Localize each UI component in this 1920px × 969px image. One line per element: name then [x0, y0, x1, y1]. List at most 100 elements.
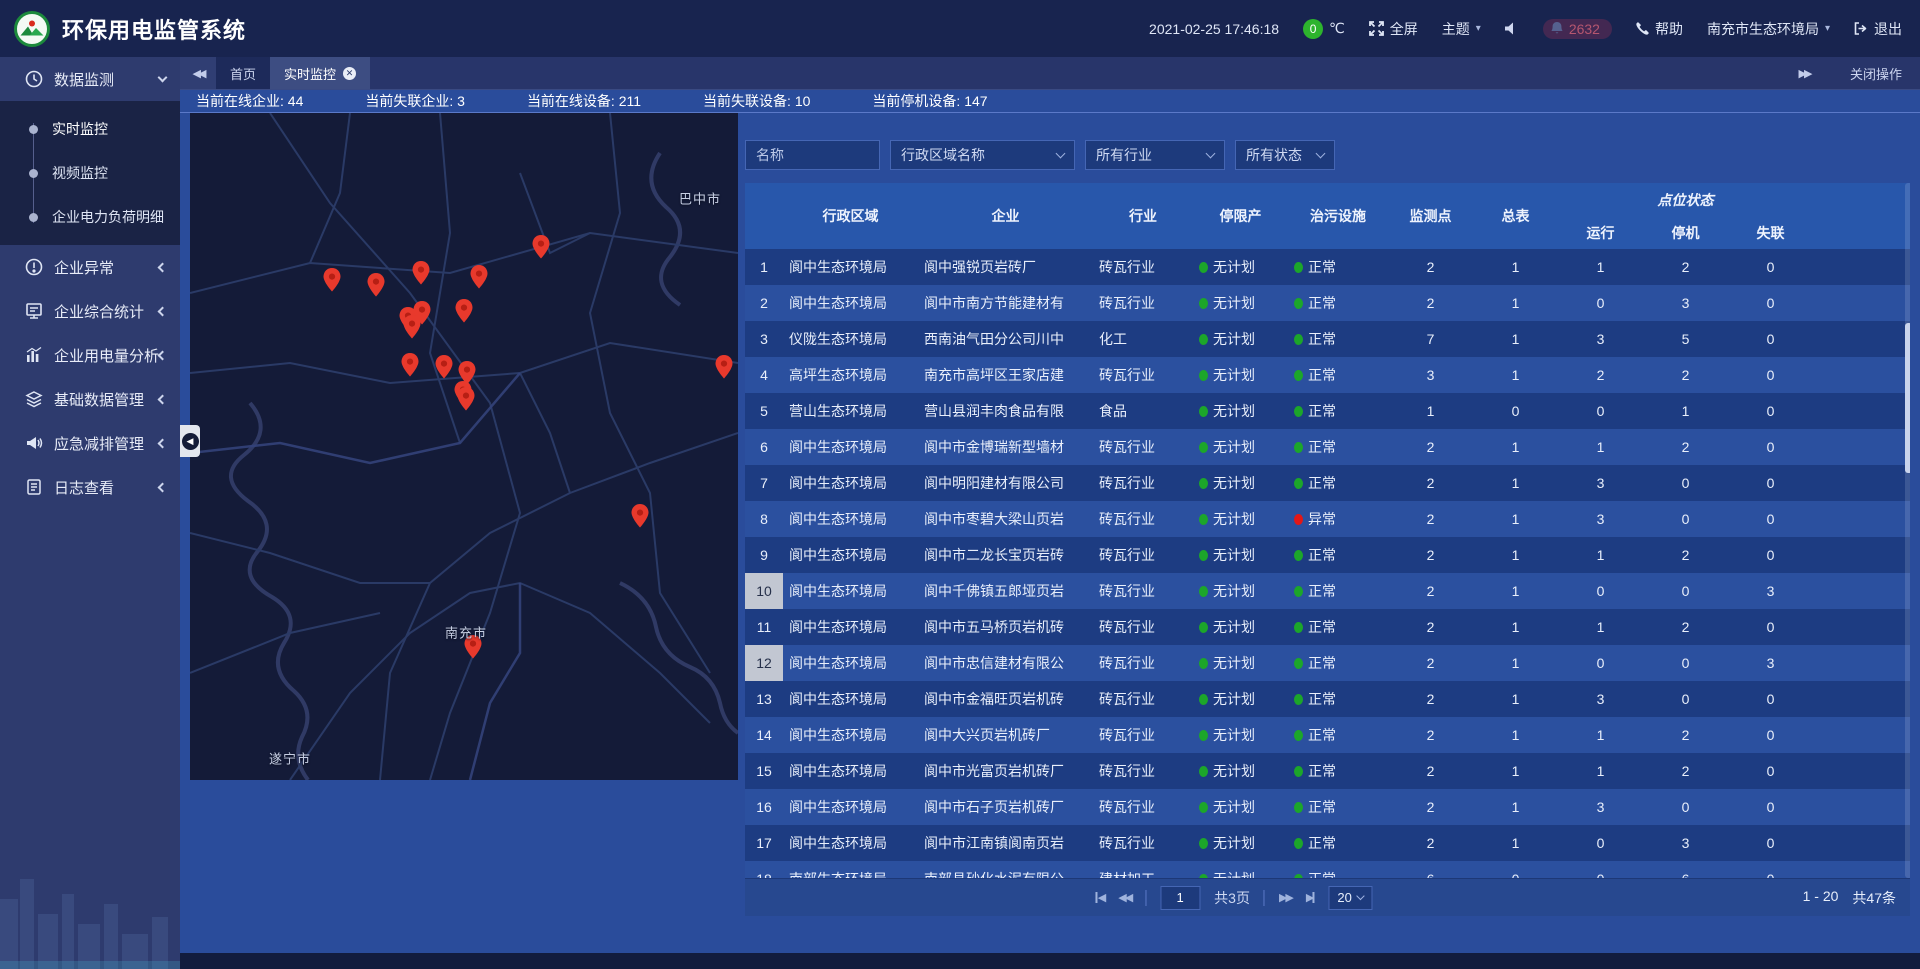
total-pages-label: 共3页	[1214, 888, 1250, 908]
map-panel[interactable]: 巴中市南充市遂宁市	[190, 113, 738, 780]
col-group-point-status: 点位状态	[1558, 183, 1813, 216]
table-row[interactable]: 4高坪生态环境局南充市高坪区王家店建砖瓦行业无计划正常31220	[745, 357, 1910, 393]
filler-cell	[1813, 645, 1910, 681]
temperature: 0 ℃	[1303, 19, 1345, 39]
theme-menu[interactable]: 主题▾	[1442, 19, 1481, 39]
sidebar-item-2[interactable]: 企业异常	[0, 245, 180, 289]
col-facility[interactable]: 治污设施	[1288, 183, 1388, 249]
help-button[interactable]: 帮助	[1636, 19, 1683, 39]
col-run[interactable]: 运行	[1558, 216, 1643, 249]
map-pin[interactable]	[323, 268, 341, 292]
map-pin[interactable]	[631, 504, 649, 528]
table-row[interactable]: 11阆中生态环境局阆中市五马桥页岩机砖砖瓦行业无计划正常21120	[745, 609, 1910, 645]
sidebar-item-1[interactable]: 数据监测	[0, 57, 180, 101]
table-row[interactable]: 2阆中生态环境局阆中市南方节能建材有砖瓦行业无计划正常21030	[745, 285, 1910, 321]
tab-实时监控[interactable]: 实时监控✕	[270, 57, 370, 89]
last-page-button[interactable]: ▶	[1306, 891, 1314, 904]
horn-icon	[24, 434, 44, 452]
map-pin[interactable]	[715, 355, 733, 379]
table-row[interactable]: 10阆中生态环境局阆中千佛镇五郎垭页岩砖瓦行业无计划正常21003	[745, 573, 1910, 609]
col-stop[interactable]: 停机	[1643, 216, 1728, 249]
table-row[interactable]: 9阆中生态环境局阆中市二龙长宝页岩砖砖瓦行业无计划正常21120	[745, 537, 1910, 573]
map-pin[interactable]	[435, 355, 453, 379]
table-row[interactable]: 17阆中生态环境局阆中市江南镇阆南页岩砖瓦行业无计划正常21030	[745, 825, 1910, 861]
stat-label: 当前失联设备:	[703, 93, 795, 109]
status-dot-green	[1294, 694, 1303, 705]
col-company[interactable]: 企业	[918, 183, 1093, 249]
table-scrollbar[interactable]	[1905, 183, 1910, 878]
next-page-button[interactable]: ▶▶	[1279, 891, 1292, 904]
sidebar-subitem[interactable]: 实时监控	[0, 107, 180, 151]
notification-pill[interactable]: 2632	[1543, 19, 1612, 39]
map-pin[interactable]	[401, 353, 419, 377]
table-row[interactable]: 15阆中生态环境局阆中市光富页岩机砖厂砖瓦行业无计划正常21120	[745, 753, 1910, 789]
stop-count-cell: 3	[1643, 285, 1728, 321]
industry-cell: 砖瓦行业	[1093, 537, 1193, 573]
table-row[interactable]: 6阆中生态环境局阆中市金博瑞新型墙材砖瓦行业无计划正常21120	[745, 429, 1910, 465]
sidebar-item-7[interactable]: 日志查看	[0, 465, 180, 509]
first-page-button[interactable]: ◀	[1096, 891, 1104, 904]
sidebar-subitem[interactable]: 企业电力负荷明细	[0, 195, 180, 239]
col-monitor[interactable]: 监测点	[1388, 183, 1473, 249]
table-row[interactable]: 8阆中生态环境局阆中市枣碧大梁山页岩砖瓦行业无计划异常21300	[745, 501, 1910, 537]
industry-cell: 化工	[1093, 321, 1193, 357]
org-menu[interactable]: 南充市生态环境局▾	[1707, 19, 1830, 39]
map-pin[interactable]	[455, 299, 473, 323]
col-industry[interactable]: 行业	[1093, 183, 1193, 249]
monitor-count-cell: 2	[1388, 645, 1473, 681]
mute-speaker-icon[interactable]	[1505, 22, 1519, 35]
status-filter-select[interactable]: 所有状态	[1235, 140, 1335, 170]
table-row[interactable]: 16阆中生态环境局阆中市石子页岩机砖厂砖瓦行业无计划正常21300	[745, 789, 1910, 825]
table-row[interactable]: 14阆中生态环境局阆中大兴页岩机砖厂砖瓦行业无计划正常21120	[745, 717, 1910, 753]
table-row[interactable]: 5营山生态环境局营山县润丰肉食品有限食品无计划正常10010	[745, 393, 1910, 429]
sidebar-item-4[interactable]: 企业用电量分析	[0, 333, 180, 377]
map-pin[interactable]	[367, 273, 385, 297]
table-row[interactable]: 3仪陇生态环境局西南油气田分公司川中化工无计划正常71350	[745, 321, 1910, 357]
col-lost[interactable]: 失联	[1728, 216, 1813, 249]
status-dot-green	[1199, 766, 1208, 777]
table-row[interactable]: 7阆中生态环境局阆中明阳建材有限公司砖瓦行业无计划正常21300	[745, 465, 1910, 501]
map-pin[interactable]	[470, 265, 488, 289]
col-limit[interactable]: 停限产	[1193, 183, 1288, 249]
region-filter-select[interactable]: 行政区域名称	[890, 140, 1075, 170]
tabs-scroll-right-button[interactable]: ▶▶	[1786, 67, 1822, 80]
map-pin[interactable]	[403, 315, 421, 339]
page-bottom-strip	[180, 953, 1920, 969]
map-pin[interactable]	[457, 387, 475, 411]
prev-page-button[interactable]: ◀◀	[1118, 891, 1131, 904]
tabs-scroll-left-button[interactable]: ◀◀	[180, 57, 216, 89]
table-row[interactable]: 13阆中生态环境局阆中市金福旺页岩机砖砖瓦行业无计划正常21300	[745, 681, 1910, 717]
sidebar-item-label: 基础数据管理	[54, 389, 159, 410]
industry-filter-select[interactable]: 所有行业	[1085, 140, 1225, 170]
lost-count-cell: 0	[1728, 429, 1813, 465]
name-filter-input[interactable]	[745, 140, 880, 170]
monitor-count-cell: 2	[1388, 537, 1473, 573]
map-pin[interactable]	[412, 261, 430, 285]
tab-close-icon[interactable]: ✕	[343, 67, 356, 80]
page-number-input[interactable]	[1160, 886, 1200, 910]
logout-button[interactable]: 退出	[1854, 19, 1902, 39]
facility-status-cell: 正常	[1288, 249, 1388, 285]
map-pin[interactable]	[532, 235, 550, 259]
sidebar-item-3[interactable]: 企业综合统计	[0, 289, 180, 333]
tab-首页[interactable]: 首页	[216, 57, 270, 89]
industry-cell: 砖瓦行业	[1093, 429, 1193, 465]
status-dot-green	[1294, 658, 1303, 669]
facility-status-cell: 正常	[1288, 609, 1388, 645]
table-row[interactable]: 12阆中生态环境局阆中市忠信建材有限公砖瓦行业无计划正常21003	[745, 645, 1910, 681]
sidebar-subitem[interactable]: 视频监控	[0, 151, 180, 195]
sidebar-collapse-button[interactable]: ◀	[180, 425, 200, 457]
col-total[interactable]: 总表	[1473, 183, 1558, 249]
stop-count-cell: 0	[1643, 573, 1728, 609]
bullet-icon	[29, 125, 38, 134]
table-row[interactable]: 18南部生态环境局南部县砂化水泥有限公建材加工无计划正常60060	[745, 861, 1910, 878]
page-size-select[interactable]: 20	[1328, 886, 1372, 910]
fullscreen-icon	[1369, 21, 1384, 36]
sidebar-item-6[interactable]: 应急减排管理	[0, 421, 180, 465]
fullscreen-button[interactable]: 全屏	[1369, 19, 1418, 39]
lost-count-cell: 0	[1728, 501, 1813, 537]
close-operations-menu[interactable]: 关闭操作	[1850, 64, 1902, 83]
sidebar-item-5[interactable]: 基础数据管理	[0, 377, 180, 421]
col-region[interactable]: 行政区域	[783, 183, 918, 249]
table-row[interactable]: 1阆中生态环境局阆中强锐页岩砖厂砖瓦行业无计划正常21120	[745, 249, 1910, 285]
